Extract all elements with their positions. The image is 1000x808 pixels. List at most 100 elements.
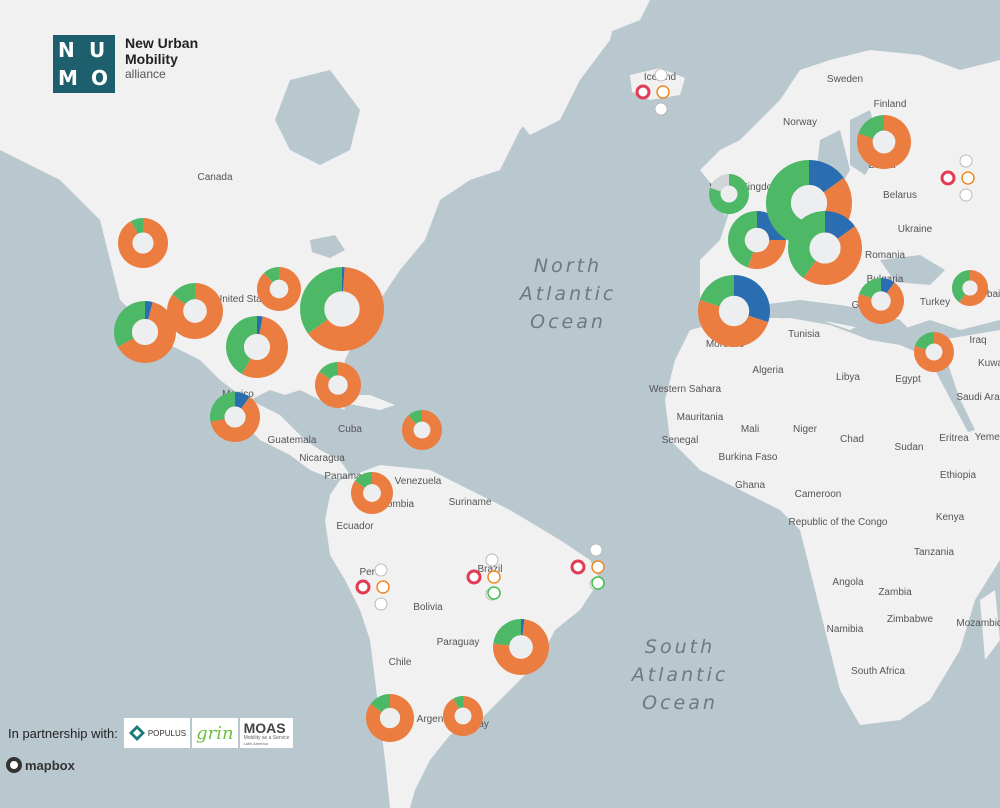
donut-colorado[interactable] (167, 283, 224, 339)
maas-region: Latin America (243, 740, 268, 746)
place-label-romania: Romania (865, 250, 905, 261)
place-label-mozambique: Mozambique (956, 618, 1000, 629)
donut-uruguay[interactable] (443, 696, 484, 736)
ocean-label-1-2: Ocean (642, 692, 718, 714)
logo-letter-u: U (89, 38, 106, 62)
place-label-bolivia: Bolivia (413, 602, 443, 613)
place-label-eritrea: Eritrea (939, 433, 969, 444)
ocean-label-0-2: Ocean (530, 311, 606, 333)
logo-letter-n: N (58, 38, 75, 62)
bike-icon-iceland (654, 68, 668, 82)
donut-hole-seattle (132, 232, 154, 254)
place-label-chile: Chile (389, 657, 412, 668)
donut-hole-northeast-us (324, 291, 360, 327)
donut-caribbean[interactable] (402, 410, 443, 450)
bike-icon-belarus (959, 154, 973, 168)
moped-icon-east-brazil (591, 576, 605, 590)
scooter-icon-belarus (961, 171, 975, 185)
donut-chile[interactable] (365, 694, 414, 742)
donut-mexico[interactable] (210, 392, 261, 443)
place-label-cuba: Cuba (338, 424, 362, 435)
world-map[interactable]: IcelandSwedenFinlandNorwayEstoniaLatviaB… (0, 0, 1000, 808)
ocean-label-1-0: South (645, 636, 715, 658)
car-icon-belarus (959, 188, 973, 202)
donut-finland[interactable] (857, 115, 911, 170)
numo-logo-mark: N U M O (53, 35, 115, 93)
donut-texas[interactable] (226, 316, 289, 379)
marker-ring-central-brazil (466, 569, 482, 585)
place-label-belarus: Belarus (883, 190, 917, 201)
scooter-icon-iceland (656, 85, 670, 99)
place-label-namibia: Namibia (827, 624, 864, 635)
donut-hole-greece (871, 291, 891, 311)
donut-san-francisco[interactable] (114, 301, 177, 363)
logo-letter-o: O (91, 66, 109, 90)
place-label-zimbabwe: Zimbabwe (887, 614, 934, 625)
marker-ring-belarus (940, 170, 956, 186)
bike-icon-east-brazil (589, 543, 603, 557)
place-label-zambia: Zambia (878, 587, 912, 598)
place-label-turkey: Turkey (920, 297, 950, 308)
place-label-nicaragua: Nicaragua (299, 453, 345, 464)
donut-united-kingdom[interactable] (709, 174, 749, 214)
scooter-icon-peru (376, 580, 390, 594)
place-label-algeria: Algeria (752, 365, 784, 376)
donut-florida[interactable] (315, 362, 361, 408)
marker-ring-peru (355, 579, 371, 595)
place-label-south-africa: South Africa (851, 666, 905, 677)
place-label-suriname: Suriname (449, 497, 492, 508)
maas-logo[interactable]: MOAS Mobility as a Service Latin America (239, 718, 294, 748)
place-label-norway: Norway (783, 117, 817, 128)
donut-azerbaijan[interactable] (952, 270, 988, 306)
donut-hole-finland (872, 130, 896, 154)
donut-hole-egypt (925, 343, 943, 361)
place-label-cameroon: Cameroon (795, 489, 842, 500)
place-label-mali: Mali (741, 424, 759, 435)
place-label-libya: Libya (836, 372, 860, 383)
logo-line-3: alliance (125, 67, 166, 81)
donut-egypt[interactable] (914, 332, 954, 372)
place-label-kuwait: Kuwait (978, 358, 1000, 369)
donut-hole-united-kingdom (720, 185, 738, 203)
place-label-burkina-faso: Burkina Faso (719, 452, 778, 463)
place-label-finland: Finland (874, 99, 907, 110)
place-label-western-sahara: Western Sahara (649, 384, 722, 395)
donut-spain[interactable] (698, 275, 770, 347)
place-label-niger: Niger (793, 424, 818, 435)
donut-seattle[interactable] (117, 218, 168, 269)
marker-ring-iceland (635, 84, 651, 100)
donut-brazil[interactable] (492, 619, 549, 675)
donut-hole-azerbaijan (962, 280, 978, 296)
place-label-ethiopia: Ethiopia (940, 470, 977, 481)
donut-hole-austria (809, 232, 841, 264)
donut-chicago[interactable] (257, 267, 301, 312)
donut-hole-caribbean (413, 421, 431, 439)
ocean-label-0-0: North (534, 255, 602, 277)
grin-logo[interactable]: grin (192, 718, 238, 748)
marker-ring-east-brazil (570, 559, 586, 575)
donut-hole-chile (379, 707, 401, 729)
populus-logo[interactable]: POPULUS (123, 718, 191, 748)
place-label-venezuela: Venezuela (395, 476, 442, 487)
place-label-ecuador: Ecuador (336, 521, 374, 532)
place-label-angola: Angola (832, 577, 864, 588)
place-label-ukraine: Ukraine (898, 224, 933, 235)
partners-label: In partnership with: (8, 725, 118, 741)
logo-line-1: New Urban (125, 35, 199, 51)
donut-hole-colombia (363, 484, 381, 502)
donut-greece[interactable] (858, 278, 904, 325)
place-label-chad: Chad (840, 434, 864, 445)
place-label-mauritania: Mauritania (677, 412, 724, 423)
place-label-saudi-ara: Saudi Ara (956, 392, 1000, 403)
car-icon-peru (374, 597, 388, 611)
car-icon-iceland (654, 102, 668, 116)
mapbox-attribution[interactable]: mapbox (6, 757, 75, 773)
donut-northeast-us[interactable] (300, 267, 384, 352)
ocean-label-0-1: Atlantic (518, 283, 617, 305)
donut-hole-florida (328, 375, 348, 395)
place-label-egypt: Egypt (895, 374, 921, 385)
mapbox-icon (6, 757, 22, 773)
donut-austria[interactable] (788, 211, 862, 286)
donut-colombia[interactable] (351, 472, 393, 514)
donut-hole-san-francisco (131, 318, 159, 346)
